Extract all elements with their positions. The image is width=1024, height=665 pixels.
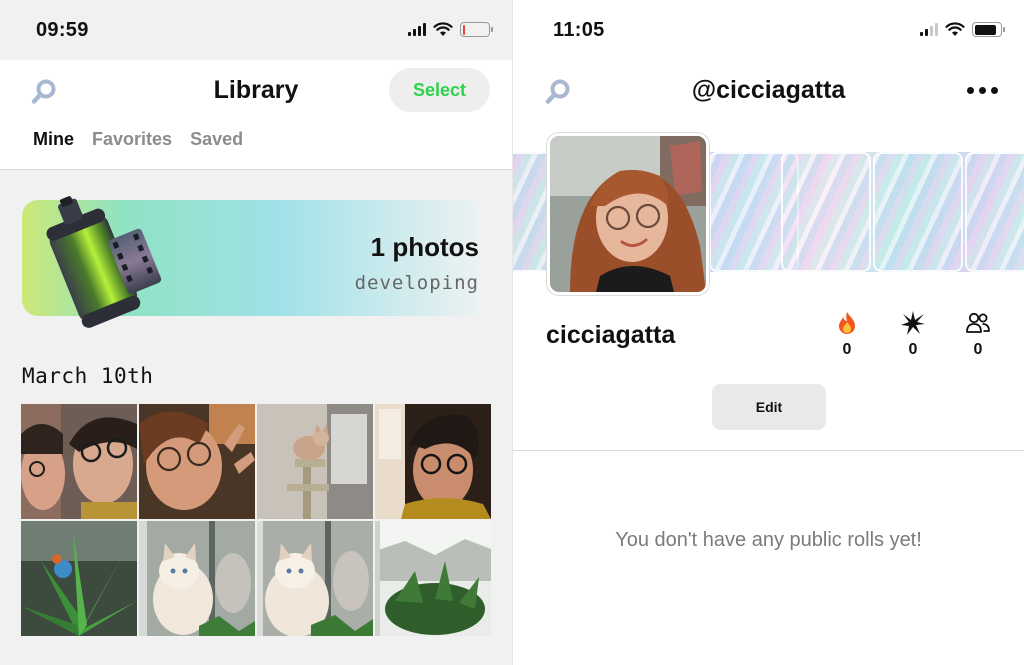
status-bar: 11:05 — [513, 0, 1024, 60]
developing-status: developing — [354, 272, 479, 294]
flame-icon — [839, 312, 855, 334]
select-button[interactable]: Select — [389, 68, 490, 112]
wifi-icon — [433, 22, 453, 36]
developing-count: 1 photos — [370, 232, 479, 262]
couple-selfie-photo[interactable] — [21, 404, 137, 519]
profile-handle-title: @cicciagatta — [691, 76, 846, 104]
man-glasses-photo[interactable] — [375, 404, 491, 519]
profile-username: cicciagatta — [546, 321, 676, 349]
profile-screen: 11:05 @cicciagatta cicciagatta 0 0 0 Edi… — [512, 0, 1024, 665]
library-header: Library Select — [0, 60, 512, 122]
cat-on-tree-photo[interactable] — [257, 404, 373, 519]
stat-people-value: 0 — [973, 341, 983, 358]
battery-icon — [972, 22, 1005, 37]
woman-glasses-photo[interactable] — [139, 404, 255, 519]
photo-grid — [21, 404, 491, 636]
library-screen: 09:59 Library Select Mine Favorites Save… — [0, 0, 512, 665]
tab-favorites[interactable]: Favorites — [92, 122, 172, 169]
window-plant-photo[interactable] — [375, 521, 491, 636]
white-cat-photo-2[interactable] — [257, 521, 373, 636]
people-icon — [966, 312, 990, 333]
battery-icon — [460, 22, 493, 37]
profile-avatar-photo[interactable] — [547, 133, 709, 295]
section-date: March 10th — [22, 364, 154, 388]
tab-saved[interactable]: Saved — [190, 122, 243, 169]
stat-sparkle: 0 — [893, 310, 933, 359]
stat-people: 0 — [958, 310, 998, 359]
status-time: 11:05 — [553, 19, 605, 41]
more-icon[interactable] — [967, 87, 998, 94]
tab-mine[interactable]: Mine — [33, 122, 74, 169]
profile-header: @cicciagatta — [513, 60, 1024, 122]
signal-icon — [408, 23, 426, 36]
white-cat-photo[interactable] — [139, 521, 255, 636]
stat-flame: 0 — [827, 310, 867, 359]
stat-flame-value: 0 — [842, 341, 852, 358]
sparkle-burst-icon — [901, 311, 925, 335]
section-divider — [513, 450, 1024, 451]
library-tabs: Mine Favorites Saved — [0, 122, 512, 170]
status-time: 09:59 — [36, 19, 89, 41]
film-roll-icon — [46, 196, 162, 328]
signal-icon — [920, 23, 938, 36]
empty-rolls-message: You don't have any public rolls yet! — [615, 529, 922, 551]
status-bar: 09:59 — [0, 0, 512, 60]
edit-profile-button[interactable]: Edit — [712, 384, 826, 430]
aloe-plant-photo[interactable] — [21, 521, 137, 636]
wifi-icon — [945, 22, 965, 36]
stat-sparkle-value: 0 — [908, 341, 918, 358]
